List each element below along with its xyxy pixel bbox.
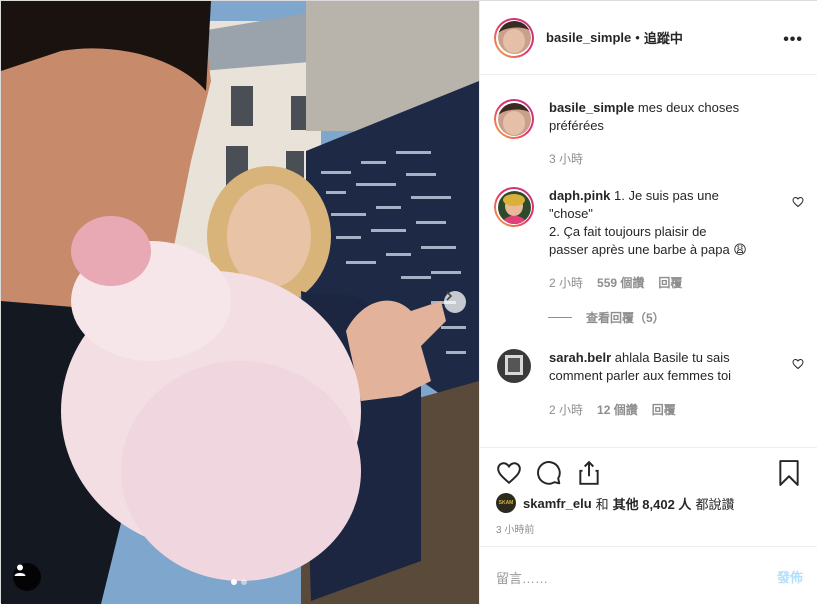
comment-text-line: comment parler aux femmes toi: [549, 368, 732, 383]
post-sidebar: basile_simple • 追蹤中 ••• basile_simple me…: [479, 1, 817, 604]
header-separator: •: [635, 30, 640, 45]
comment-text-line: "chose": [549, 206, 593, 221]
caption-body: basile_simple mes deux choses préférées: [549, 99, 789, 135]
user-icon: [14, 564, 26, 576]
caption-avatar[interactable]: [497, 102, 531, 136]
comment-text-line: ahlala Basile tu sais: [614, 350, 730, 365]
post-time[interactable]: 3 小時前: [496, 521, 534, 536]
comments-list: basile_simple mes deux choses préférées …: [480, 75, 817, 447]
share-icon[interactable]: [576, 460, 602, 486]
carousel-indicator: [231, 579, 247, 585]
comment-body: sarah.belr ahlala Basile tu sais comment…: [549, 349, 789, 385]
post-photo[interactable]: [1, 1, 479, 604]
avatar-image: [497, 102, 531, 136]
next-slide-button[interactable]: [444, 291, 466, 313]
comment-body: daph.pink 1. Je suis pas une "chose" 2. …: [549, 187, 789, 259]
comment-username[interactable]: daph.pink: [549, 188, 610, 203]
heart-icon[interactable]: [792, 358, 804, 370]
comment-meta: 2 小時 559 個讚 回覆: [549, 274, 682, 291]
avatar-image: [497, 349, 531, 383]
liker-avatar[interactable]: SKAM: [496, 493, 516, 513]
comment-avatar[interactable]: [497, 190, 531, 224]
like-heart-icon[interactable]: [496, 460, 522, 486]
reply-button[interactable]: 回覆: [652, 401, 676, 418]
comment-meta: 2 小時 12 個讚 回覆: [549, 401, 676, 418]
view-replies-button[interactable]: 查看回覆（5）: [548, 309, 665, 326]
add-comment-bar: 留言…… 發佈: [480, 546, 817, 604]
more-horizontal-icon[interactable]: •••: [783, 31, 803, 49]
story-ring[interactable]: [494, 17, 534, 58]
likes-summary: SKAM skamfr_elu 和 其他 8,402 人 都說讚: [496, 493, 734, 513]
caption-time[interactable]: 3 小時: [549, 150, 583, 167]
comment-likes[interactable]: 12 個讚: [597, 401, 638, 418]
comment-username[interactable]: sarah.belr: [549, 350, 611, 365]
tagged-users-button[interactable]: [13, 563, 41, 591]
chevron-right-icon: [446, 291, 453, 301]
likes-and: 和: [595, 496, 609, 512]
avatar[interactable]: [497, 21, 531, 54]
caption-story-ring[interactable]: [494, 99, 534, 139]
likes-others[interactable]: 其他 8,402 人: [613, 494, 692, 513]
view-replies-label: 查看回覆（5）: [586, 311, 665, 325]
comment-time[interactable]: 2 小時: [549, 401, 583, 418]
view-replies-line: [548, 317, 572, 318]
carousel-dot: [241, 579, 247, 585]
liker-username[interactable]: skamfr_elu: [523, 496, 592, 511]
caption-meta: 3 小時: [549, 150, 583, 167]
comment-likes[interactable]: 559 個讚: [597, 274, 644, 291]
avatar-image: [497, 21, 531, 54]
post-dialog: basile_simple • 追蹤中 ••• basile_simple me…: [0, 0, 817, 604]
heart-icon[interactable]: [792, 196, 804, 208]
avatar-image: [497, 190, 531, 224]
reply-button[interactable]: 回覆: [658, 274, 682, 291]
carousel-dot-active: [231, 579, 237, 585]
follow-status-button[interactable]: 追蹤中: [644, 28, 683, 47]
comment-text-line: passer après une barbe à papa 😩: [549, 242, 747, 257]
bookmark-icon[interactable]: [778, 460, 800, 486]
caption-username[interactable]: basile_simple: [549, 100, 634, 115]
comment-avatar[interactable]: [497, 349, 531, 383]
comment-text-line: 2. Ça fait toujours plaisir de: [549, 224, 707, 239]
comment-icon[interactable]: [536, 460, 562, 486]
header-username[interactable]: basile_simple: [546, 30, 631, 45]
likes-suffix: 都說讚: [695, 496, 735, 512]
action-bar: [480, 447, 817, 497]
comment-story-ring[interactable]: [494, 187, 534, 227]
comment-time[interactable]: 2 小時: [549, 274, 583, 291]
liker-avatar-logo: SKAM: [498, 500, 514, 506]
post-header: basile_simple • 追蹤中 •••: [480, 1, 817, 75]
photo-illustration: [1, 1, 479, 604]
comment-text-line: 1. Je suis pas une: [614, 188, 719, 203]
comment-input[interactable]: 留言……: [496, 568, 548, 587]
post-comment-button[interactable]: 發佈: [777, 567, 803, 586]
